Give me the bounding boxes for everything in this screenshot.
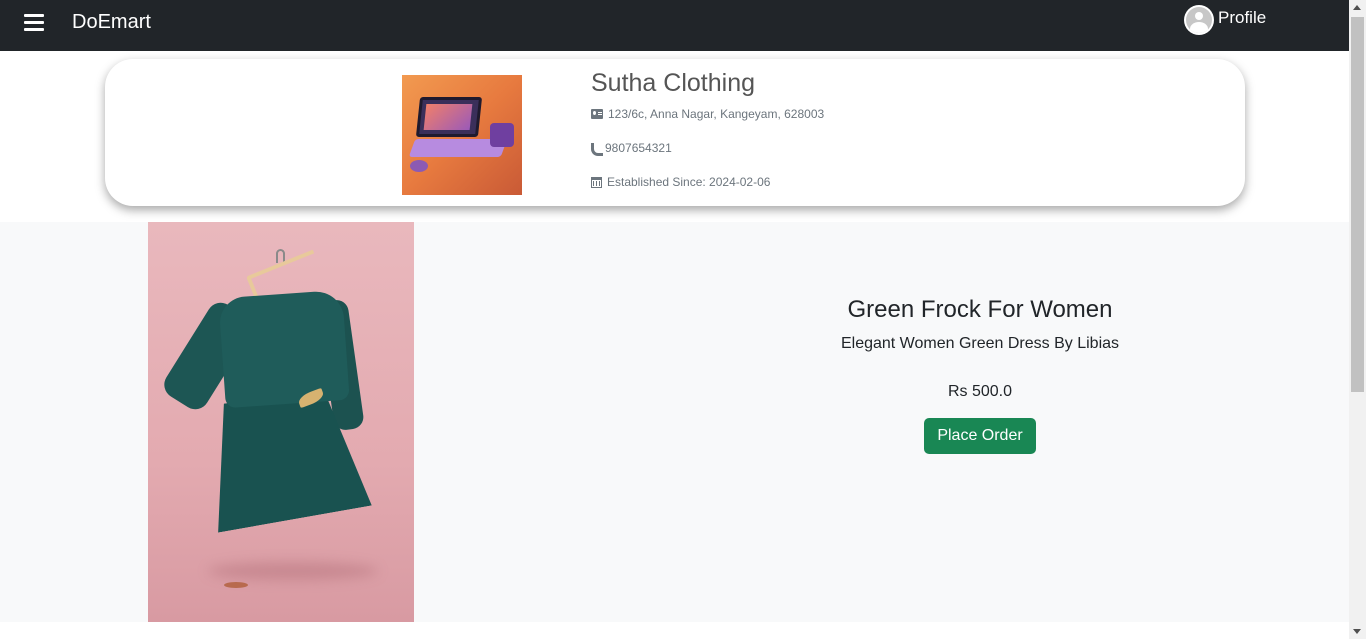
product-title: Green Frock For Women bbox=[847, 296, 1113, 323]
profile-label: Profile bbox=[1218, 8, 1267, 27]
address-card-icon bbox=[591, 109, 603, 119]
brand-link[interactable]: DoEmart bbox=[72, 11, 151, 34]
store-phone: 9807654321 bbox=[591, 141, 672, 156]
store-established-text: Established Since: 2024-02-06 bbox=[607, 175, 771, 189]
store-address: 123/6c, Anna Nagar, Kangeyam, 628003 bbox=[591, 107, 824, 121]
top-navbar: DoEmart Profile bbox=[0, 0, 1349, 51]
store-established: Established Since: 2024-02-06 bbox=[591, 175, 770, 189]
profile-button[interactable]: Profile bbox=[1184, 5, 1266, 35]
scroll-down-arrow-icon[interactable] bbox=[1353, 629, 1361, 634]
vertical-scrollbar[interactable] bbox=[1349, 0, 1366, 639]
store-logo-image bbox=[402, 75, 522, 195]
phone-icon bbox=[591, 143, 603, 156]
product-price: Rs 500.0 bbox=[947, 383, 1013, 400]
product-info: Green Frock For Women Elegant Women Gree… bbox=[780, 296, 1180, 454]
hamburger-menu-icon[interactable] bbox=[24, 14, 44, 32]
scrollbar-thumb[interactable] bbox=[1351, 17, 1364, 392]
place-order-button[interactable]: Place Order bbox=[924, 418, 1036, 454]
product-section: Green Frock For Women Elegant Women Gree… bbox=[0, 222, 1349, 622]
scroll-up-arrow-icon[interactable] bbox=[1353, 5, 1361, 10]
store-info-card: Sutha Clothing 123/6c, Anna Nagar, Kange… bbox=[105, 59, 1245, 206]
product-image bbox=[148, 222, 414, 622]
calendar-icon bbox=[591, 176, 602, 188]
store-name: Sutha Clothing bbox=[591, 69, 756, 97]
store-address-text: 123/6c, Anna Nagar, Kangeyam, 628003 bbox=[608, 107, 825, 121]
product-description: Elegant Women Green Dress By Libias bbox=[840, 335, 1120, 352]
store-phone-text: 9807654321 bbox=[605, 141, 672, 155]
user-avatar-icon bbox=[1184, 5, 1214, 35]
